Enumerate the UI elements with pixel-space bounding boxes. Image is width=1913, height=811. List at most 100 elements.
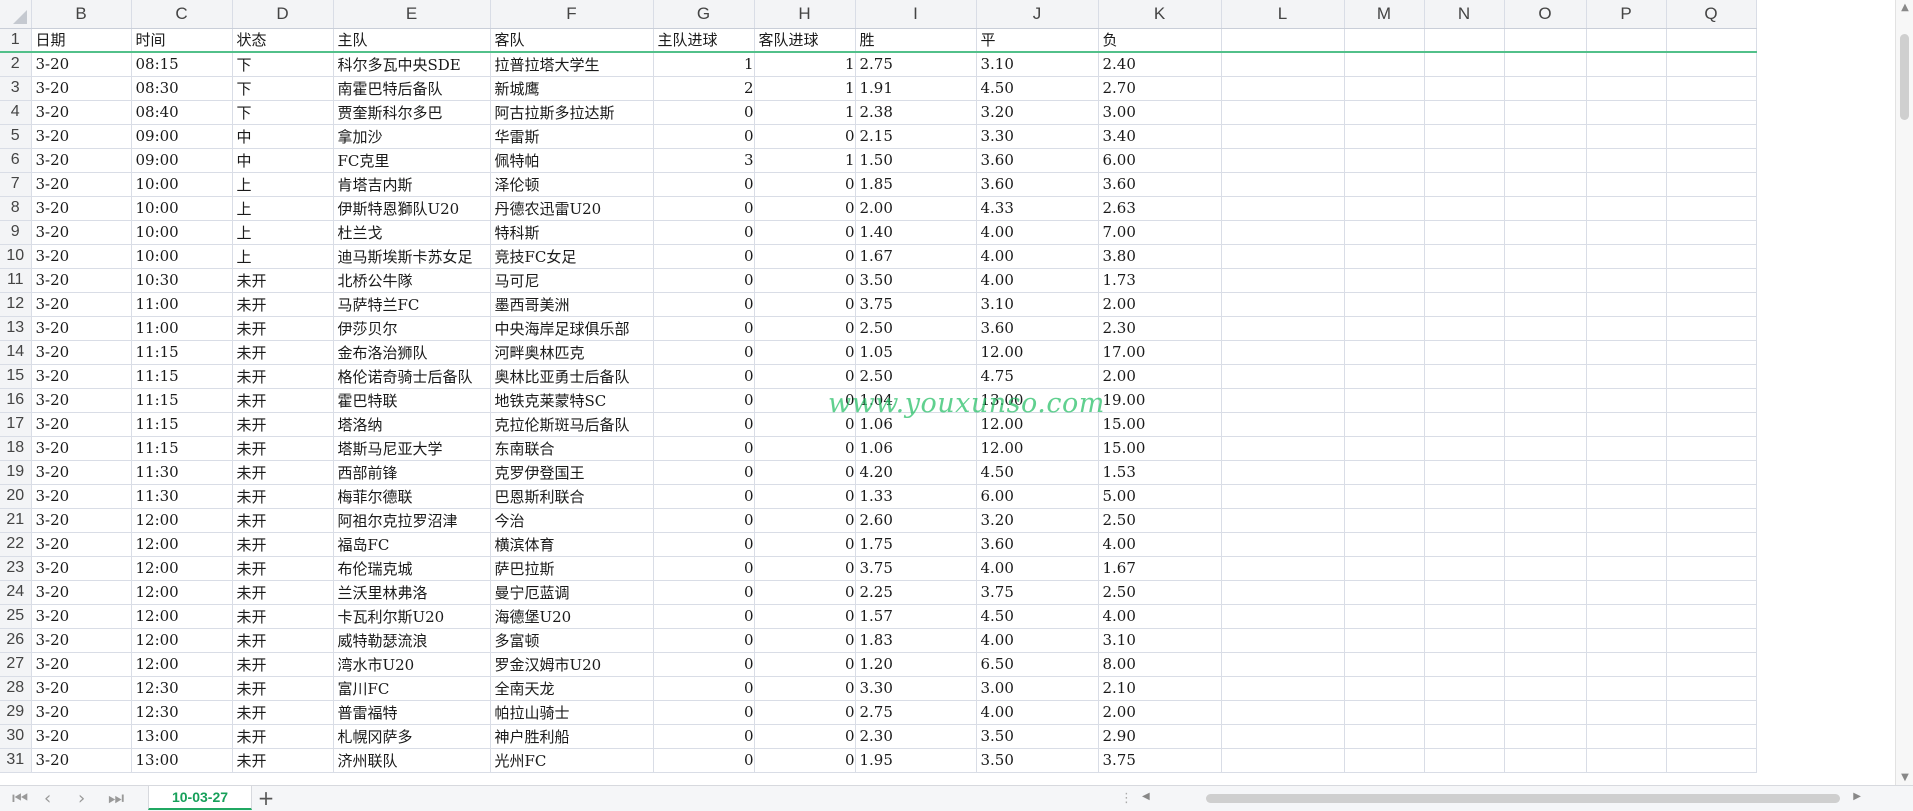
- select-all-corner[interactable]: [0, 0, 32, 29]
- row-header[interactable]: 31: [0, 748, 32, 773]
- away-goals-cell[interactable]: 0: [754, 292, 856, 317]
- header-cell-away-team[interactable]: 客队: [490, 28, 654, 53]
- empty-cell[interactable]: [1586, 580, 1667, 605]
- empty-cell[interactable]: [1221, 628, 1345, 653]
- home-goals-cell[interactable]: 0: [653, 724, 755, 749]
- status-cell[interactable]: 未开: [232, 316, 334, 341]
- empty-cell[interactable]: [1504, 268, 1587, 293]
- draw-odds-cell[interactable]: 4.33: [976, 196, 1099, 221]
- home-goals-cell[interactable]: 0: [653, 124, 755, 149]
- empty-cell[interactable]: [1424, 124, 1505, 149]
- empty-cell[interactable]: [1221, 412, 1345, 437]
- away-goals-cell[interactable]: 1: [754, 76, 856, 101]
- loss-odds-cell[interactable]: 6.00: [1098, 148, 1222, 173]
- home-goals-cell[interactable]: 0: [653, 748, 755, 773]
- loss-odds-cell[interactable]: 15.00: [1098, 412, 1222, 437]
- away-team-cell[interactable]: 罗金汉姆市U20: [490, 652, 654, 677]
- empty-cell[interactable]: [1424, 532, 1505, 557]
- empty-cell[interactable]: [1344, 52, 1425, 77]
- empty-cell[interactable]: [1504, 196, 1587, 221]
- away-goals-cell[interactable]: 0: [754, 724, 856, 749]
- home-team-cell[interactable]: 格伦诺奇骑士后备队: [333, 364, 491, 389]
- row-header[interactable]: 30: [0, 724, 32, 749]
- away-team-cell[interactable]: 泽伦顿: [490, 172, 654, 197]
- empty-cell[interactable]: [1424, 340, 1505, 365]
- date-cell[interactable]: 3-20: [31, 628, 132, 653]
- sheet-tab-active[interactable]: 10-03-27: [148, 786, 252, 810]
- empty-cell[interactable]: [1666, 604, 1757, 629]
- home-team-cell[interactable]: 金布洛治狮队: [333, 340, 491, 365]
- date-cell[interactable]: 3-20: [31, 388, 132, 413]
- header-cell-loss-odds[interactable]: 负: [1098, 28, 1222, 53]
- row-header[interactable]: 15: [0, 364, 32, 389]
- draw-odds-cell[interactable]: 3.10: [976, 52, 1099, 77]
- status-cell[interactable]: 未开: [232, 580, 334, 605]
- home-goals-cell[interactable]: 0: [653, 484, 755, 509]
- status-cell[interactable]: 未开: [232, 340, 334, 365]
- loss-odds-cell[interactable]: 8.00: [1098, 652, 1222, 677]
- win-odds-cell[interactable]: 2.30: [855, 724, 977, 749]
- loss-odds-cell[interactable]: 2.00: [1098, 292, 1222, 317]
- home-goals-cell[interactable]: 0: [653, 652, 755, 677]
- home-team-cell[interactable]: 威特勒瑟流浪: [333, 628, 491, 653]
- home-goals-cell[interactable]: 0: [653, 100, 755, 125]
- empty-cell[interactable]: [1344, 292, 1425, 317]
- time-cell[interactable]: 10:00: [131, 196, 233, 221]
- draw-odds-cell[interactable]: 4.50: [976, 460, 1099, 485]
- empty-cell[interactable]: [1344, 508, 1425, 533]
- empty-cell[interactable]: [1586, 220, 1667, 245]
- loss-odds-cell[interactable]: 2.40: [1098, 52, 1222, 77]
- away-team-cell[interactable]: 拉普拉塔大学生: [490, 52, 654, 77]
- empty-cell[interactable]: [1666, 748, 1757, 773]
- loss-odds-cell[interactable]: 4.00: [1098, 532, 1222, 557]
- time-cell[interactable]: 10:30: [131, 268, 233, 293]
- empty-cell[interactable]: [1221, 316, 1345, 341]
- home-team-cell[interactable]: 拿加沙: [333, 124, 491, 149]
- header-cell-time[interactable]: 时间: [131, 28, 233, 53]
- scroll-up-icon[interactable]: ▲: [1896, 2, 1913, 13]
- home-goals-cell[interactable]: 2: [653, 76, 755, 101]
- empty-cell[interactable]: [1586, 556, 1667, 581]
- splitter-icon[interactable]: ⋮: [1120, 791, 1133, 806]
- empty-cell[interactable]: [1586, 460, 1667, 485]
- win-odds-cell[interactable]: 1.06: [855, 412, 977, 437]
- row-header[interactable]: 29: [0, 700, 32, 725]
- empty-cell[interactable]: [1344, 484, 1425, 509]
- away-team-cell[interactable]: 帕拉山骑士: [490, 700, 654, 725]
- empty-cell[interactable]: [1666, 172, 1757, 197]
- row-header[interactable]: 25: [0, 604, 32, 629]
- time-cell[interactable]: 09:00: [131, 124, 233, 149]
- empty-cell[interactable]: [1344, 652, 1425, 677]
- empty-cell[interactable]: [1666, 700, 1757, 725]
- away-team-cell[interactable]: 丹德农迅雷U20: [490, 196, 654, 221]
- date-cell[interactable]: 3-20: [31, 292, 132, 317]
- row-header[interactable]: 19: [0, 460, 32, 485]
- header-cell-home-team[interactable]: 主队: [333, 28, 491, 53]
- home-goals-cell[interactable]: 0: [653, 508, 755, 533]
- win-odds-cell[interactable]: 2.38: [855, 100, 977, 125]
- empty-cell[interactable]: [1424, 388, 1505, 413]
- home-goals-cell[interactable]: 0: [653, 460, 755, 485]
- home-team-cell[interactable]: 湾水市U20: [333, 652, 491, 677]
- empty-cell[interactable]: [1504, 652, 1587, 677]
- status-cell[interactable]: 未开: [232, 436, 334, 461]
- empty-cell[interactable]: [1504, 124, 1587, 149]
- horizontal-scroll-thumb[interactable]: [1206, 794, 1840, 803]
- away-goals-cell[interactable]: 0: [754, 460, 856, 485]
- time-cell[interactable]: 11:15: [131, 412, 233, 437]
- win-odds-cell[interactable]: 1.75: [855, 532, 977, 557]
- empty-cell[interactable]: [1424, 364, 1505, 389]
- away-goals-cell[interactable]: 0: [754, 604, 856, 629]
- empty-cell[interactable]: [1424, 700, 1505, 725]
- date-cell[interactable]: 3-20: [31, 196, 132, 221]
- empty-cell[interactable]: [1424, 724, 1505, 749]
- empty-cell[interactable]: [1666, 364, 1757, 389]
- home-goals-cell[interactable]: 0: [653, 244, 755, 269]
- win-odds-cell[interactable]: 1.40: [855, 220, 977, 245]
- empty-cell[interactable]: [1424, 580, 1505, 605]
- status-cell[interactable]: 中: [232, 124, 334, 149]
- empty-cell[interactable]: [1221, 388, 1345, 413]
- empty-cell[interactable]: [1586, 340, 1667, 365]
- empty-cell[interactable]: [1344, 124, 1425, 149]
- header-cell-date[interactable]: 日期: [31, 28, 132, 53]
